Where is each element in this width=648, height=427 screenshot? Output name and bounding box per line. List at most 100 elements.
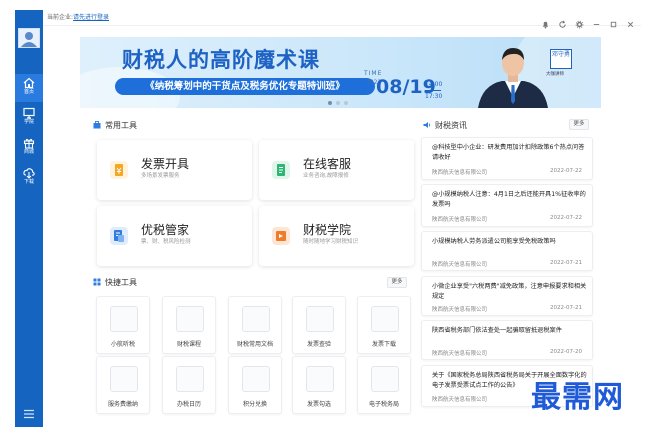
quick-tool-item[interactable]: 电子税务局 bbox=[357, 356, 411, 414]
login-link[interactable]: 请先进行登录 bbox=[73, 14, 109, 21]
banner-dot-2[interactable] bbox=[336, 101, 340, 105]
card-desc: 多场景发票服务 bbox=[141, 173, 180, 179]
invoice-icon bbox=[110, 161, 128, 179]
quick-tool-item[interactable]: 发票勾选 bbox=[292, 356, 346, 414]
tool-label: 发票勾选 bbox=[306, 401, 331, 408]
news-more-button[interactable]: 更多 bbox=[569, 119, 589, 130]
tool-icon-placeholder bbox=[242, 306, 270, 332]
maximize-icon[interactable] bbox=[609, 14, 618, 27]
quick-tools-more-button[interactable]: 更多 bbox=[387, 277, 407, 288]
quick-tool-item[interactable]: 积分兑换 bbox=[228, 356, 282, 414]
user-avatar-icon bbox=[21, 32, 37, 47]
news-item-date: 2022-07-21 bbox=[550, 305, 582, 311]
site-watermark: 最需网 bbox=[531, 380, 624, 415]
news-item-date: 2022-07-22 bbox=[550, 215, 582, 221]
card-desc: 随时随地学习财税知识 bbox=[303, 239, 359, 245]
news-item-source: 陕西航天信息有限公司 bbox=[432, 262, 488, 268]
quick-tool-item[interactable]: 办税日历 bbox=[162, 356, 216, 414]
card-desc: 票、财、税风险检测 bbox=[141, 239, 191, 245]
tax-manager-card[interactable]: 优税管家 票、财、税风险检测 bbox=[97, 206, 252, 266]
online-service-card[interactable]: 在线客服 业务咨询,故障报修 bbox=[259, 140, 414, 200]
sidebar-item-home[interactable]: 首页 bbox=[15, 74, 43, 102]
banner-times: 14:00 17:30 bbox=[425, 80, 442, 101]
tool-icon-placeholder bbox=[176, 306, 204, 332]
tool-icon-placeholder bbox=[176, 366, 204, 392]
sidebar-item-download[interactable]: 下载 bbox=[15, 164, 43, 192]
banner-dot-1[interactable] bbox=[328, 101, 332, 105]
common-tools-heading: 常用工具 bbox=[93, 120, 137, 132]
quick-tool-item[interactable]: 财税常用文档 bbox=[228, 296, 282, 354]
company-label: 当前企业: bbox=[47, 14, 74, 21]
card-title: 发票开具 bbox=[141, 157, 190, 171]
invoice-issue-card[interactable]: 发票开具 多场景发票服务 bbox=[97, 140, 252, 200]
close-icon[interactable] bbox=[626, 14, 635, 27]
company-status: 当前企业:请先进行登录 bbox=[47, 13, 109, 22]
tool-icon-placeholder bbox=[371, 306, 399, 332]
time-divider bbox=[425, 90, 441, 91]
news-item-title: @小规模纳税人注意：4月1日之后还能开具1%征收率的发票吗 bbox=[432, 191, 586, 208]
banner-title: 财税人的高阶魔术课 bbox=[122, 48, 320, 72]
speaker-icon bbox=[423, 122, 431, 128]
news-item-source: 陕西航天信息有限公司 bbox=[432, 351, 488, 357]
sidebar-item-label: 商城 bbox=[23, 149, 34, 155]
tool-icon-placeholder bbox=[306, 306, 334, 332]
news-item-title: @科技型中小企业：研发费用加计扣除政策6个热点问答请收好 bbox=[432, 144, 585, 161]
tool-label: 发票下载 bbox=[371, 341, 396, 348]
tax-manager-icon bbox=[110, 227, 128, 245]
quick-tool-item[interactable]: 小航听税 bbox=[96, 296, 150, 354]
minimize-icon[interactable] bbox=[592, 14, 601, 25]
news-heading: 财税资讯 bbox=[423, 120, 467, 132]
promo-banner[interactable]: 财税人的高阶魔术课 《纳税筹划中的干货点及税务优化专题特训班》 TIME 202… bbox=[80, 37, 601, 108]
news-item-source: 陕西航天信息有限公司 bbox=[432, 170, 488, 176]
news-title: 财税资讯 bbox=[435, 121, 467, 130]
common-tools-title: 常用工具 bbox=[105, 121, 137, 130]
tool-label: 发票查验 bbox=[306, 341, 331, 348]
banner-dot-3[interactable] bbox=[344, 101, 348, 105]
customer-service-icon bbox=[272, 161, 290, 179]
quick-tool-item[interactable]: 服务费缴纳 bbox=[96, 356, 150, 414]
tool-label: 积分兑换 bbox=[242, 401, 267, 408]
news-item-date: 2022-07-22 bbox=[550, 168, 582, 174]
tool-icon-placeholder bbox=[242, 366, 270, 392]
presenter-title: 大咖讲师 bbox=[546, 72, 564, 77]
news-item-title: 陕西省税务部门依法查处一起骗取留抵退税案件 bbox=[432, 327, 562, 334]
gear-icon[interactable] bbox=[575, 14, 584, 28]
avatar[interactable] bbox=[18, 28, 40, 48]
news-item[interactable]: 小规模纳税人劳务派遣公司能享受免税政策吗 陕西航天信息有限公司 2022-07-… bbox=[421, 231, 593, 271]
news-item-title: 小微企业享受"六税两费"减免政策，注意申报要求和相关规定 bbox=[432, 283, 587, 300]
monitor-icon bbox=[23, 107, 35, 119]
tool-label: 电子税务局 bbox=[368, 401, 399, 408]
news-item[interactable]: 小微企业享受"六税两费"减免政策，注意申报要求和相关规定 陕西航天信息有限公司 … bbox=[421, 276, 593, 316]
toolbox-icon bbox=[93, 121, 101, 129]
tool-label: 小航听税 bbox=[110, 341, 135, 348]
app-window: 首页 学院 商城 下载 当前企业:请先进行登录 财税人的高阶魔术课 《纳税筹划中… bbox=[0, 0, 648, 427]
news-item-source: 陕西航天信息有限公司 bbox=[432, 217, 488, 223]
quick-tool-item[interactable]: 发票下载 bbox=[357, 296, 411, 354]
news-item-source: 陕西航天信息有限公司 bbox=[432, 307, 488, 313]
sidebar-item-label: 学院 bbox=[23, 119, 34, 125]
news-item[interactable]: @小规模纳税人注意：4月1日之后还能开具1%征收率的发票吗 陕西航天信息有限公司… bbox=[421, 184, 593, 227]
news-item-title: 小规模纳税人劳务派遣公司能享受免税政策吗 bbox=[432, 238, 556, 245]
tool-label: 服务费缴纳 bbox=[107, 401, 138, 408]
news-item[interactable]: @科技型中小企业：研发费用加计扣除政策6个热点问答请收好 陕西航天信息有限公司 … bbox=[421, 137, 593, 180]
notification-icon[interactable] bbox=[541, 14, 550, 29]
card-title: 财税学院 bbox=[303, 223, 352, 237]
grid-icon bbox=[93, 278, 101, 286]
quick-tool-item[interactable]: 发票查验 bbox=[292, 296, 346, 354]
sidebar-item-mall[interactable]: 商城 bbox=[15, 134, 43, 162]
tool-icon-placeholder bbox=[371, 366, 399, 392]
news-item-date: 2022-07-21 bbox=[550, 260, 582, 266]
sidebar-item-academy[interactable]: 学院 bbox=[15, 104, 43, 132]
quick-tool-item[interactable]: 财税课程 bbox=[162, 296, 216, 354]
sidebar-item-label: 下载 bbox=[23, 179, 34, 185]
sidebar-item-label: 首页 bbox=[23, 89, 34, 95]
quick-tools-heading: 快捷工具 bbox=[93, 277, 137, 289]
banner-pagination bbox=[328, 101, 348, 105]
banner-year: 2022 bbox=[366, 79, 381, 86]
card-title: 优税管家 bbox=[141, 223, 190, 237]
menu-icon[interactable] bbox=[23, 408, 35, 420]
refresh-icon[interactable] bbox=[558, 14, 567, 28]
tax-academy-card[interactable]: 财税学院 随时随地学习财税知识 bbox=[259, 206, 414, 266]
home-icon bbox=[23, 77, 35, 89]
news-item[interactable]: 陕西省税务部门依法查处一起骗取留抵退税案件 陕西航天信息有限公司 2022-07… bbox=[421, 320, 593, 360]
